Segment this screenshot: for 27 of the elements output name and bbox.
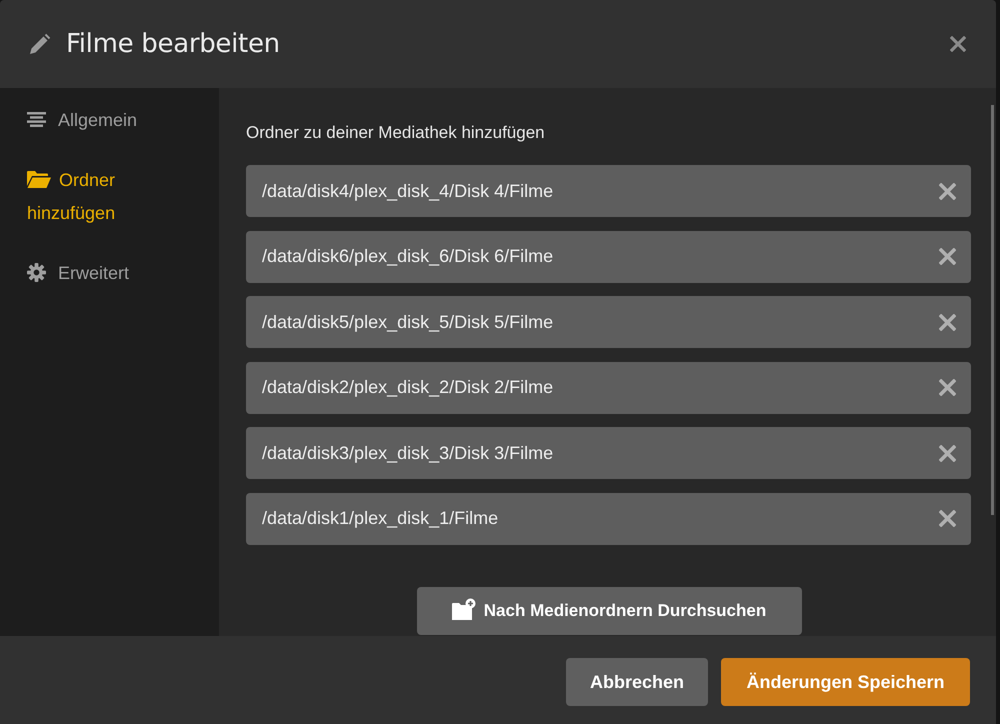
remove-icon[interactable] <box>939 444 956 462</box>
remove-icon[interactable] <box>939 379 956 396</box>
folder-plus-icon <box>452 598 476 620</box>
section-heading: Ordner zu deiner Mediathek hinzufügen <box>246 122 546 144</box>
remove-icon[interactable] <box>939 314 956 331</box>
folder-path: /data/disk4/plex_disk_4/Disk 4/Filme <box>262 180 554 202</box>
browse-button[interactable]: Nach Medienordnern Durchsuchen <box>416 586 802 635</box>
folder-path: /data/disk6/plex_disk_6/Disk 6/Filme <box>262 246 554 268</box>
folder-path: /data/disk1/plex_disk_1/Filme <box>262 508 500 530</box>
close-icon[interactable] <box>950 36 966 52</box>
folder-path: /data/disk2/plex_disk_2/Disk 2/Filme <box>262 377 554 398</box>
folder-icon <box>27 171 51 188</box>
sidebar-item[interactable]: Allgemein <box>27 104 177 137</box>
scrollbar[interactable] <box>991 105 994 515</box>
remove-icon[interactable] <box>939 182 956 200</box>
remove-icon[interactable] <box>939 510 956 528</box>
list-icon <box>27 112 46 128</box>
cancel-button[interactable]: Abbrechen <box>566 658 708 706</box>
folder-path: /data/disk5/plex_disk_5/Disk 5/Filme <box>262 312 554 333</box>
save-button[interactable]: Änderungen Speichern <box>721 658 970 706</box>
dialog-title: Filme bearbeiten <box>66 29 281 59</box>
remove-icon[interactable] <box>939 248 956 266</box>
gear-icon <box>27 263 46 282</box>
sidebar-item[interactable]: Erweitert <box>27 257 177 290</box>
sidebar-item[interactable]: Ordner hinzufügen <box>27 164 177 230</box>
folder-path: /data/disk3/plex_disk_3/Disk 3/Filme <box>262 442 554 464</box>
pencil-icon <box>27 33 51 57</box>
